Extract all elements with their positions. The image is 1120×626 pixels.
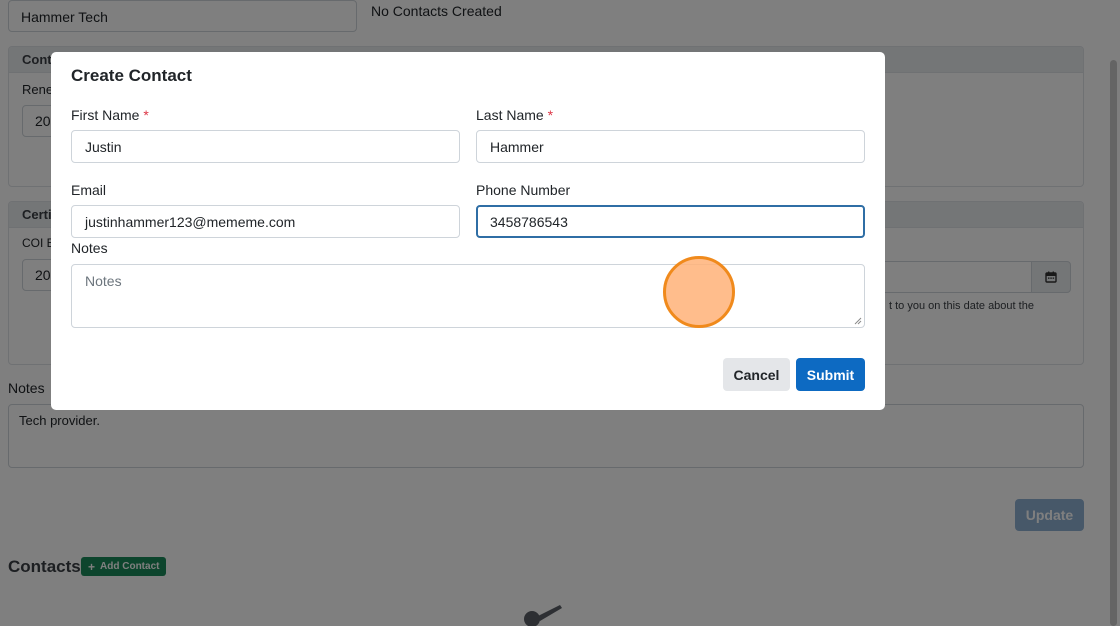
- last-name-input[interactable]: Hammer: [476, 130, 865, 163]
- email-input[interactable]: justinhammer123@mememe.com: [71, 205, 460, 238]
- required-mark: *: [143, 107, 149, 123]
- last-name-label: Last Name *: [476, 107, 553, 123]
- resize-grip-icon[interactable]: [854, 317, 862, 325]
- email-label: Email: [71, 182, 107, 198]
- cancel-button[interactable]: Cancel: [723, 358, 790, 391]
- first-name-label: First Name *: [71, 107, 149, 123]
- submit-button[interactable]: Submit: [796, 358, 865, 391]
- notes-label: Notes: [71, 240, 108, 256]
- required-mark: *: [547, 107, 554, 123]
- create-contact-modal: Create Contact First Name * Justin Last …: [51, 52, 885, 410]
- first-name-input[interactable]: Justin: [71, 130, 460, 163]
- click-indicator: [663, 256, 735, 328]
- notes-placeholder: Notes: [85, 273, 122, 289]
- first-name-label-text: First Name: [71, 107, 140, 123]
- modal-title: Create Contact: [71, 66, 192, 85]
- phone-number-label: Phone Number: [476, 182, 571, 198]
- phone-number-input[interactable]: 3458786543: [476, 205, 865, 238]
- last-name-label-text: Last Name: [476, 107, 544, 123]
- notes-textarea[interactable]: Notes: [71, 264, 865, 328]
